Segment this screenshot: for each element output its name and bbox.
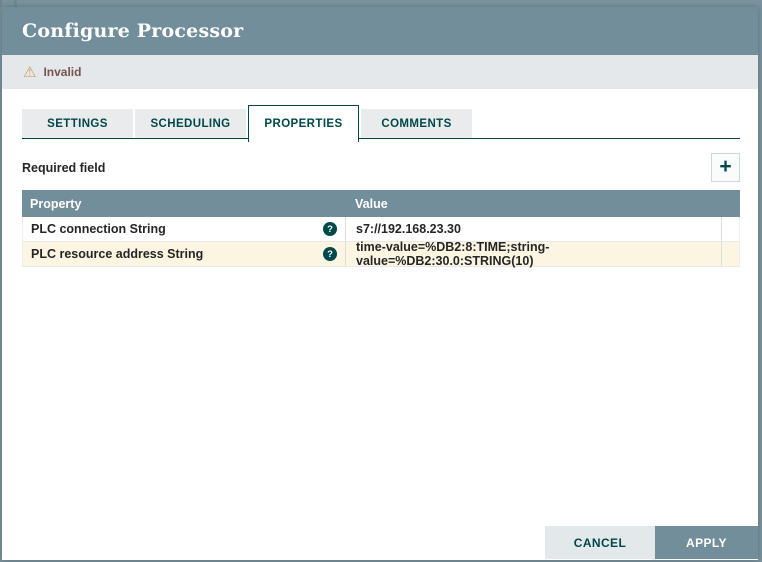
tab-bar: SETTINGS SCHEDULING PROPERTIES COMMENTS: [22, 105, 740, 142]
tab-properties[interactable]: PROPERTIES: [248, 105, 359, 142]
help-icon[interactable]: ?: [323, 222, 337, 236]
background-toolbar-strip: [0, 0, 762, 7]
cancel-button[interactable]: CANCEL: [545, 526, 655, 559]
required-field-label: Required field: [22, 160, 106, 175]
properties-toolbar: Required field +: [22, 153, 740, 182]
column-header-value: Value: [355, 196, 388, 211]
plus-icon: +: [719, 155, 732, 178]
warning-triangle-icon: ⚠: [23, 63, 37, 81]
property-row-plc-connection[interactable]: PLC connection String ? s7://192.168.23.…: [22, 217, 740, 242]
tab-properties-label: PROPERTIES: [264, 118, 343, 130]
property-row-plc-resource-address[interactable]: PLC resource address String ? time-value…: [22, 240, 740, 268]
validation-status-bar: ⚠ Invalid: [2, 55, 758, 89]
dialog-content: SETTINGS SCHEDULING PROPERTIES COMMENTS …: [2, 89, 758, 268]
add-property-button[interactable]: +: [711, 153, 740, 182]
help-icon[interactable]: ?: [323, 247, 337, 261]
apply-button[interactable]: APPLY: [655, 526, 758, 559]
configure-processor-dialog: Configure Processor ⚠ Invalid SETTINGS S…: [2, 7, 758, 560]
property-name: PLC resource address String: [31, 247, 204, 261]
tab-scheduling-label: SCHEDULING: [150, 117, 231, 130]
dialog-title: Configure Processor: [22, 20, 244, 42]
column-header-property: Property: [30, 196, 82, 211]
tab-settings[interactable]: SETTINGS: [22, 109, 133, 138]
property-name-cell: PLC connection String ?: [22, 217, 345, 241]
property-action-cell: [722, 217, 740, 241]
property-name: PLC connection String: [31, 222, 166, 236]
property-name-cell: PLC resource address String ?: [22, 242, 345, 266]
tab-comments-label: COMMENTS: [381, 117, 452, 130]
tab-scheduling[interactable]: SCHEDULING: [135, 109, 246, 138]
tab-settings-label: SETTINGS: [47, 117, 108, 130]
dialog-footer: CANCEL APPLY: [545, 526, 758, 559]
dialog-header: Configure Processor: [2, 7, 758, 55]
properties-table-header: Property Value: [22, 190, 740, 217]
property-value-cell[interactable]: s7://192.168.23.30: [345, 217, 722, 241]
properties-table: Property Value PLC connection String ? s…: [22, 190, 740, 268]
tab-comments[interactable]: COMMENTS: [361, 109, 472, 138]
validation-status-text: Invalid: [43, 65, 82, 79]
property-action-cell: [722, 242, 740, 266]
property-value-cell[interactable]: time-value=%DB2:8:TIME;string-value=%DB2…: [345, 240, 722, 268]
